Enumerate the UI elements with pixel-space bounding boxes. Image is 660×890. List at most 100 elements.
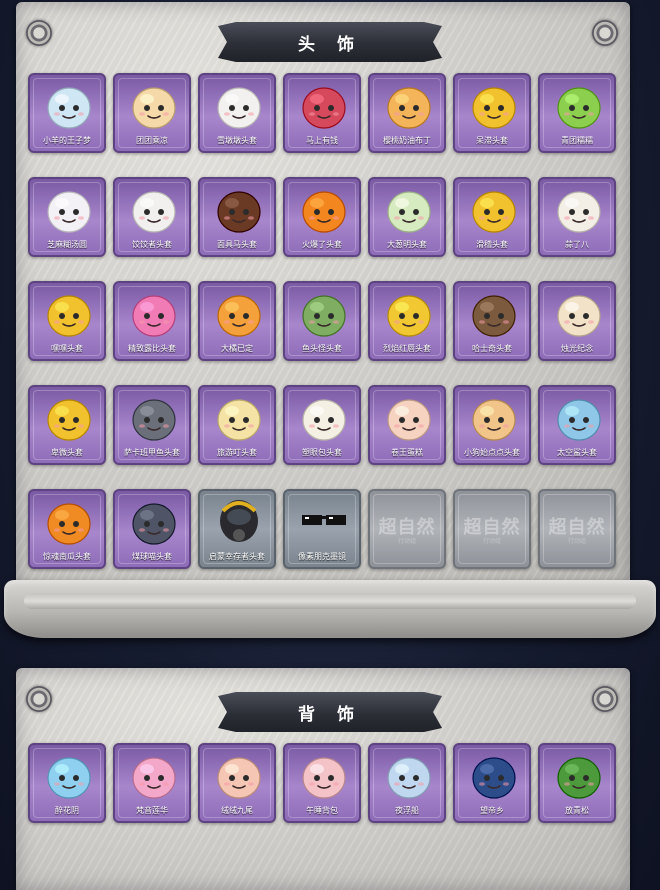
pumpkin-icon bbox=[41, 497, 97, 547]
item-name: 大葱明头套 bbox=[387, 240, 427, 249]
item-name: 滑稽头套 bbox=[476, 240, 508, 249]
smirk-face-icon bbox=[466, 185, 522, 235]
item-name: 惊魂南瓜头套 bbox=[43, 552, 91, 561]
headwear-item-card[interactable]: 蒜了八 bbox=[538, 177, 616, 257]
item-name: 望帝乡 bbox=[480, 806, 504, 815]
item-name: 启蒙幸存者头套 bbox=[209, 552, 265, 561]
headwear-item-card[interactable]: 小狗始点点头套 bbox=[453, 385, 531, 465]
headwear-item-card[interactable]: 小羊的王子梦 bbox=[28, 73, 106, 153]
headwear-title-plate: 头 饰 bbox=[218, 22, 442, 62]
pixel-glasses-icon bbox=[296, 497, 352, 547]
backwear-item-card[interactable]: 梵音莲华 bbox=[113, 743, 191, 823]
headwear-item-card[interactable]: 芝麻糊汤圆 bbox=[28, 177, 106, 257]
rice-ball-icon bbox=[41, 185, 97, 235]
headwear-item-card[interactable]: 樱桃奶油布丁 bbox=[368, 73, 446, 153]
item-name: 太空鲨头套 bbox=[557, 448, 597, 457]
headwear-item-card[interactable]: 嘿嘿头套 bbox=[28, 281, 106, 361]
headwear-item-card[interactable]: 像素朋克墨镜 bbox=[283, 489, 361, 569]
pink-glasses-icon bbox=[126, 289, 182, 339]
headwear-item-card[interactable]: 马上有钱 bbox=[283, 73, 361, 153]
headwear-title: 头 饰 bbox=[298, 34, 362, 55]
backwear-item-card[interactable]: 放青松 bbox=[538, 743, 616, 823]
item-name: 鱼头怪头套 bbox=[302, 344, 342, 353]
item-name: 团团乘凉 bbox=[136, 136, 168, 145]
item-name: 烈焰红唇头套 bbox=[383, 344, 431, 353]
empty-slot[interactable]: 超自然 行动组 bbox=[453, 489, 531, 569]
backwear-item-card[interactable]: 绒绒九尾 bbox=[198, 743, 276, 823]
watermark-sub: 行动组 bbox=[482, 538, 501, 545]
headwear-item-card[interactable]: 哈士奇头套 bbox=[453, 281, 531, 361]
item-name: 塑眼包头套 bbox=[302, 448, 342, 457]
roll-cake-icon bbox=[381, 393, 437, 443]
headwear-item-card[interactable]: 塑眼包头套 bbox=[283, 385, 361, 465]
backwear-title-plate: 背 饰 bbox=[218, 692, 442, 732]
fire-face-icon bbox=[296, 185, 352, 235]
headwear-item-card[interactable]: 煤球喵头套 bbox=[113, 489, 191, 569]
item-name: 小狗始点点头套 bbox=[464, 448, 520, 457]
item-name: 火爆了头套 bbox=[302, 240, 342, 249]
scroll-roll bbox=[24, 593, 636, 609]
headwear-grid: 小羊的王子梦 团团乘凉 雪墩墩头套 马上有钱 樱桃奶油布丁 呆滞头套 青团糯糯 … bbox=[28, 73, 616, 569]
headwear-item-card[interactable]: 团团乘凉 bbox=[113, 73, 191, 153]
watermark-sub: 行动组 bbox=[567, 538, 586, 545]
duck-hat-icon bbox=[211, 393, 267, 443]
headwear-item-card[interactable]: 太空鲨头套 bbox=[538, 385, 616, 465]
backwear-item-card[interactable]: 夜浮船 bbox=[368, 743, 446, 823]
headwear-item-card[interactable]: 启蒙幸存者头套 bbox=[198, 489, 276, 569]
item-name: 精致露比头套 bbox=[128, 344, 176, 353]
headwear-item-card[interactable]: 大橘已定 bbox=[198, 281, 276, 361]
headwear-item-card[interactable]: 烛光纪念 bbox=[538, 281, 616, 361]
corner-ornament-icon bbox=[592, 686, 618, 712]
headwear-item-card[interactable]: 精致露比头套 bbox=[113, 281, 191, 361]
headwear-item-card[interactable]: 面具马头套 bbox=[198, 177, 276, 257]
item-name: 马上有钱 bbox=[306, 136, 338, 145]
pudding-icon bbox=[381, 81, 437, 131]
snowman-hat-icon bbox=[211, 81, 267, 131]
ghost-ship-icon bbox=[381, 751, 437, 801]
headwear-item-card[interactable]: 旅游叮头套 bbox=[198, 385, 276, 465]
backwear-grid: 醉花阴 梵音莲华 绒绒九尾 午睡背包 夜浮船 望帝乡 放青松 bbox=[28, 743, 616, 823]
lotus-fairy-icon bbox=[126, 751, 182, 801]
horse-mask-icon bbox=[211, 185, 267, 235]
headwear-item-card[interactable]: 呆滞头套 bbox=[453, 73, 531, 153]
backwear-title: 背 饰 bbox=[298, 704, 362, 725]
item-name: 蒜了八 bbox=[565, 240, 589, 249]
headwear-item-card[interactable]: 火爆了头套 bbox=[283, 177, 361, 257]
sad-face-icon bbox=[41, 393, 97, 443]
item-name: 午睡背包 bbox=[306, 806, 338, 815]
fish-grey-icon bbox=[126, 393, 182, 443]
item-name: 哈士奇头套 bbox=[472, 344, 512, 353]
headwear-item-card[interactable]: 烈焰红唇头套 bbox=[368, 281, 446, 361]
item-name: 呆滞头套 bbox=[476, 136, 508, 145]
backwear-item-card[interactable]: 醉花阴 bbox=[28, 743, 106, 823]
backwear-item-card[interactable]: 午睡背包 bbox=[283, 743, 361, 823]
headwear-item-card[interactable]: 卷王蛋糕 bbox=[368, 385, 446, 465]
item-name: 嘿嘿头套 bbox=[51, 344, 83, 353]
watermark-sub: 行动组 bbox=[397, 538, 416, 545]
item-name: 饺饺者头套 bbox=[132, 240, 172, 249]
item-name: 旅游叮头套 bbox=[217, 448, 257, 457]
empty-slot[interactable]: 超自然 行动组 bbox=[368, 489, 446, 569]
scallion-icon bbox=[381, 185, 437, 235]
corner-ornament-icon bbox=[26, 686, 52, 712]
headwear-item-card[interactable]: 大葱明头套 bbox=[368, 177, 446, 257]
headwear-item-card[interactable]: 惊魂南瓜头套 bbox=[28, 489, 106, 569]
item-name: 大橘已定 bbox=[221, 344, 253, 353]
empty-slot[interactable]: 超自然 行动组 bbox=[538, 489, 616, 569]
item-name: 卷王蛋糕 bbox=[391, 448, 423, 457]
headwear-item-card[interactable]: 饺饺者头套 bbox=[113, 177, 191, 257]
headwear-item-card[interactable]: 萨卡班甲鱼头套 bbox=[113, 385, 191, 465]
pig-bag-icon bbox=[296, 751, 352, 801]
headwear-item-card[interactable]: 雪墩墩头套 bbox=[198, 73, 276, 153]
item-name: 像素朋克墨镜 bbox=[298, 552, 346, 561]
backwear-item-card[interactable]: 望帝乡 bbox=[453, 743, 531, 823]
scroll-base bbox=[4, 580, 656, 638]
headwear-item-card[interactable]: 青团糯糯 bbox=[538, 73, 616, 153]
bun-crown-icon bbox=[296, 393, 352, 443]
headwear-item-card[interactable]: 滑稽头套 bbox=[453, 177, 531, 257]
item-name: 芝麻糊汤圆 bbox=[47, 240, 87, 249]
candle-icon bbox=[551, 289, 607, 339]
headwear-item-card[interactable]: 鱼头怪头套 bbox=[283, 281, 361, 361]
headwear-item-card[interactable]: 卑微头套 bbox=[28, 385, 106, 465]
cat-icon bbox=[126, 497, 182, 547]
